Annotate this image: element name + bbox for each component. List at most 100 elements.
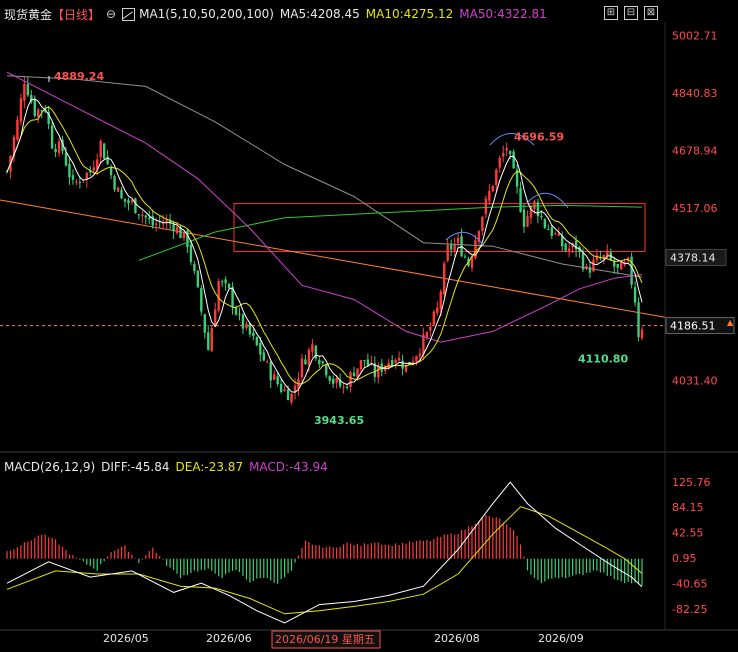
ma10-value: MA10:4275.12 xyxy=(365,7,454,21)
ma200-line xyxy=(6,75,643,278)
candle-body xyxy=(68,163,71,178)
chart-stage[interactable]: 4889.24 4696.59 3943.65 4110.80 5002.71 4840.… xyxy=(0,0,738,652)
candle-body xyxy=(342,386,345,388)
date-tick-label: 2026/09 xyxy=(538,632,584,645)
high-label: 4889.24 xyxy=(54,70,104,83)
candle-body xyxy=(207,332,210,350)
candle-body xyxy=(304,359,307,365)
candle-body xyxy=(453,244,456,251)
candle-body xyxy=(522,209,526,227)
candle-body xyxy=(137,214,141,216)
candle-body xyxy=(259,342,262,355)
candle-body xyxy=(189,244,193,262)
candle-body xyxy=(269,362,272,381)
macd-diff-value: DIFF:-45.84 xyxy=(101,460,170,474)
candle-body xyxy=(227,283,231,289)
candle-body xyxy=(429,326,432,331)
price-chart[interactable]: 4889.24 4696.59 3943.65 4110.80 5002.71 4840.… xyxy=(0,0,738,652)
date-tick-label: 2026/08 xyxy=(434,632,480,645)
candle-body xyxy=(234,307,238,315)
ma-indicator-label: MA1(5,10,50,200,100) xyxy=(139,7,274,21)
candle-body xyxy=(557,233,560,236)
candle-body xyxy=(443,263,446,295)
expand-icon[interactable]: ⊞ xyxy=(604,6,618,20)
candle-body xyxy=(606,250,609,256)
candle-body xyxy=(491,185,494,192)
indicator-settings-icon[interactable] xyxy=(122,7,136,21)
candle-body xyxy=(637,302,640,337)
candle-body xyxy=(141,215,144,217)
candle-body xyxy=(415,356,418,362)
candle-body xyxy=(401,360,404,369)
candle-body xyxy=(318,359,321,364)
price-tick-label: 5002.71 xyxy=(672,30,718,43)
candle-body xyxy=(220,281,224,283)
low-label: 3943.65 xyxy=(314,414,364,427)
candle-body xyxy=(262,352,265,361)
candle-body xyxy=(130,200,134,203)
close-icon[interactable]: ⊠ xyxy=(644,6,658,20)
diff-line xyxy=(6,481,643,624)
candle-body xyxy=(120,189,123,199)
candle-body xyxy=(16,119,19,140)
price-tick-label: 4031.40 xyxy=(672,375,718,388)
candle-body xyxy=(252,332,255,337)
candle-body xyxy=(276,376,279,385)
candle-body xyxy=(203,314,206,333)
candle-body xyxy=(616,264,619,268)
candle-body xyxy=(543,219,547,228)
macd-header: MACD(26,12,9) DIFF:-45.84 DEA:-23.87 MAC… xyxy=(4,457,334,477)
candle-body xyxy=(321,361,324,364)
candle-body xyxy=(387,362,390,368)
candle-body xyxy=(241,314,245,329)
candle-body xyxy=(116,187,120,192)
candle-body xyxy=(554,233,557,235)
price-tick-label: 4678.94 xyxy=(672,145,718,158)
date-tick-label: 2026/06 xyxy=(206,632,252,645)
period-label[interactable]: 【日线】 xyxy=(52,6,100,23)
candle-body xyxy=(463,256,467,258)
candle-body xyxy=(495,169,498,185)
candle-body xyxy=(307,349,311,366)
candle-body xyxy=(64,152,68,166)
ma5-value: MA5:4208.45 xyxy=(279,7,360,21)
candle-body xyxy=(75,181,78,183)
candle-body xyxy=(533,201,536,210)
candle-body xyxy=(200,288,203,312)
candle-body xyxy=(502,152,505,157)
trendline xyxy=(0,199,666,318)
candle-body xyxy=(23,83,26,101)
candle-body xyxy=(526,215,529,227)
candle-body xyxy=(78,182,82,184)
candle-body xyxy=(26,84,30,96)
candle-body xyxy=(123,198,127,202)
candle-body xyxy=(449,243,453,250)
candle-body xyxy=(352,372,356,377)
macd-tick-label: 42.55 xyxy=(672,527,704,540)
candle-body xyxy=(148,217,151,220)
candle-body xyxy=(394,359,397,364)
candle-body xyxy=(255,336,259,346)
candle-body xyxy=(300,358,304,378)
candle-body xyxy=(484,198,488,215)
candle-body xyxy=(359,360,363,370)
candle-body xyxy=(481,216,484,231)
candle-body xyxy=(564,243,567,251)
candle-body xyxy=(54,148,57,153)
candle-body xyxy=(519,188,522,212)
cursor-date-label: 2026/06/19 星期五 xyxy=(275,633,375,646)
candle-body xyxy=(283,389,286,392)
candle-body xyxy=(397,357,401,361)
ma100-line xyxy=(138,204,643,261)
candle-body xyxy=(279,383,283,392)
restore-icon[interactable]: ⊟ xyxy=(624,6,638,20)
candle-body xyxy=(540,216,543,218)
candle-body xyxy=(508,151,512,155)
candle-body xyxy=(505,148,508,151)
indicator-toggle-icon[interactable]: ⊖ xyxy=(106,7,116,21)
candle-body xyxy=(193,263,196,272)
ma50-line xyxy=(6,71,643,343)
candle-body xyxy=(155,223,158,225)
candle-body xyxy=(266,361,269,363)
macd-dea-value: DEA:-23.87 xyxy=(175,460,244,474)
